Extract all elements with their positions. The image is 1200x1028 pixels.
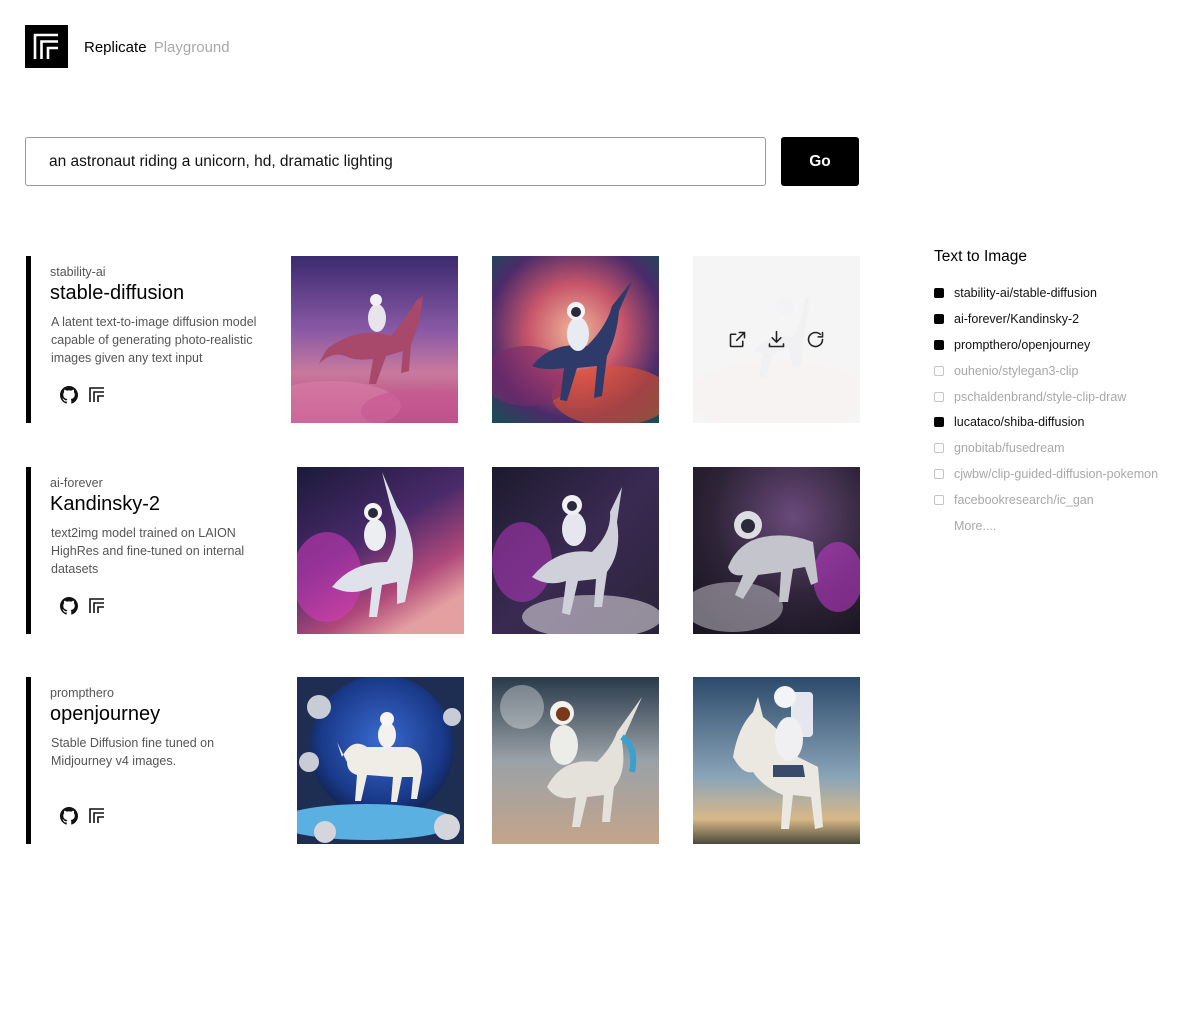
github-icon[interactable]	[60, 386, 78, 404]
github-icon[interactable]	[60, 807, 78, 825]
model-toggle-label: prompthero/openjourney	[954, 337, 1091, 352]
model-toggle[interactable]: ouhenio/stylegan3-clip	[934, 358, 1194, 384]
model-toggle-label: facebookresearch/ic_gan	[954, 493, 1094, 508]
model-toggle-label: ai-forever/Kandinsky-2	[954, 311, 1080, 326]
model-description: text2img model trained on LAION HighRes …	[51, 526, 245, 577]
model-owner: stability-ai	[50, 265, 106, 279]
model-name[interactable]: Kandinsky-2	[50, 493, 160, 516]
model-toggle-label: ouhenio/stylegan3-clip	[954, 363, 1079, 378]
generated-image[interactable]	[693, 467, 860, 634]
prompt-input[interactable]	[25, 137, 766, 186]
more-models-link[interactable]: More....	[954, 513, 1194, 539]
github-icon[interactable]	[60, 597, 78, 615]
model-toggle-label: pschaldenbrand/style-clip-draw	[954, 389, 1127, 404]
replicate-logo-icon[interactable]	[88, 807, 106, 825]
go-button[interactable]: Go	[781, 137, 859, 186]
model-toggle[interactable]: ai-forever/Kandinsky-2	[934, 306, 1194, 332]
generated-image[interactable]	[693, 677, 860, 844]
replicate-logo-icon	[33, 33, 58, 59]
checkbox[interactable]	[934, 339, 944, 350]
generated-image[interactable]	[492, 256, 659, 423]
checkbox[interactable]	[934, 443, 944, 454]
checkbox[interactable]	[934, 391, 944, 402]
model-toggle[interactable]: stability-ai/stable-diffusion	[934, 280, 1194, 306]
row-accent-bar	[26, 467, 31, 634]
generated-image[interactable]	[492, 677, 659, 844]
model-toggle[interactable]: cjwbw/clip-guided-diffusion-pokemon	[934, 461, 1194, 487]
image-actions-overlay	[693, 256, 860, 423]
checkbox[interactable]	[934, 417, 944, 428]
replicate-logo[interactable]	[25, 25, 68, 68]
model-row-stable-diffusion: stability-ai stable-diffusion A latent t…	[26, 256, 866, 424]
model-toggle[interactable]: gnobitab/fusedream	[934, 435, 1194, 461]
model-toggle[interactable]: pschaldenbrand/style-clip-draw	[934, 384, 1194, 410]
brand-title: Replicate Playground	[84, 39, 230, 56]
model-row-openjourney: prompthero openjourney Stable Diffusion …	[26, 677, 866, 845]
model-links	[60, 597, 106, 615]
model-owner: ai-forever	[50, 476, 103, 490]
model-toggle-label: cjwbw/clip-guided-diffusion-pokemon	[954, 467, 1159, 482]
brand-subtitle: Playground	[153, 39, 230, 56]
generated-image[interactable]	[492, 467, 659, 634]
model-owner: prompthero	[50, 686, 114, 700]
generated-image[interactable]	[297, 677, 464, 844]
replicate-logo-icon[interactable]	[88, 597, 106, 615]
checkbox[interactable]	[934, 313, 944, 324]
checkbox[interactable]	[934, 287, 944, 298]
generated-image-hovered[interactable]	[693, 256, 860, 423]
download-icon[interactable]	[766, 329, 787, 350]
model-links	[60, 807, 106, 825]
checkbox[interactable]	[934, 495, 944, 506]
model-toggle[interactable]: facebookresearch/ic_gan	[934, 487, 1194, 513]
checkbox[interactable]	[934, 469, 944, 480]
replicate-logo-icon[interactable]	[88, 386, 106, 404]
row-accent-bar	[26, 256, 31, 423]
row-accent-bar	[26, 677, 31, 844]
model-toggle-label: lucataco/shiba-diffusion	[954, 415, 1085, 430]
model-description: A latent text-to-image diffusion model c…	[51, 315, 257, 366]
model-description: Stable Diffusion fine tuned on Midjourne…	[51, 736, 215, 769]
model-links	[60, 386, 106, 404]
model-toggle[interactable]: prompthero/openjourney	[934, 332, 1194, 358]
model-toggle-label: stability-ai/stable-diffusion	[954, 285, 1097, 300]
checkbox[interactable]	[934, 365, 944, 376]
model-row-kandinsky-2: ai-forever Kandinsky-2 text2img model tr…	[26, 467, 866, 635]
refresh-icon[interactable]	[805, 329, 826, 350]
model-toggle-label: gnobitab/fusedream	[954, 441, 1065, 456]
model-name[interactable]: stable-diffusion	[50, 282, 184, 305]
open-external-icon[interactable]	[727, 329, 748, 350]
model-name[interactable]: openjourney	[50, 703, 160, 726]
sidebar-title: Text to Image	[934, 248, 1028, 265]
model-filter-sidebar: Text to Image stability-ai/stable-diffus…	[934, 246, 1194, 539]
generated-image[interactable]	[297, 467, 464, 634]
generated-image[interactable]	[291, 256, 458, 423]
model-toggle[interactable]: lucataco/shiba-diffusion	[934, 409, 1194, 435]
brand-name: Replicate	[84, 39, 147, 56]
